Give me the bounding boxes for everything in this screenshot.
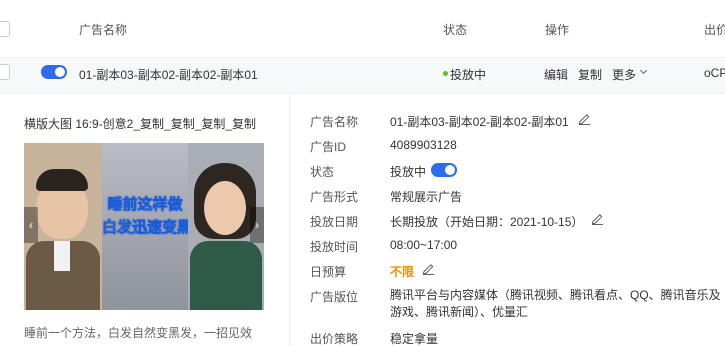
column-header-operations: 操作 <box>545 23 570 37</box>
ad-on-off-toggle[interactable] <box>41 65 67 79</box>
label-placement: 广告版位 <box>310 290 359 304</box>
edit-link[interactable]: 编辑 <box>544 66 568 83</box>
label-ad-format: 广告形式 <box>310 190 359 204</box>
value-bid-strategy: 稳定拿量 <box>390 332 439 346</box>
value-delivery-time: 08:00~17:00 <box>390 238 458 252</box>
edit-date-pencil-icon[interactable] <box>591 212 604 225</box>
value-ad-format: 常规展示广告 <box>390 190 463 204</box>
label-daily-budget: 日预算 <box>310 265 347 279</box>
label-delivery-date: 投放日期 <box>310 215 359 229</box>
value-status: 投放中 <box>390 165 427 179</box>
image-headline-line2: 白发迅速变黑 <box>102 219 193 237</box>
value-ad-name: 01-副本03-副本02-副本02-副本01 <box>390 115 569 129</box>
creative-preview-panel: 横版大图 16:9-创意2_复制_复制_复制_复制 睡前这样做 白发迅速变黑 ‹… <box>0 95 290 346</box>
bid-type: oCPM <box>704 66 725 80</box>
chevron-down-icon[interactable] <box>639 66 648 75</box>
next-image-arrow-icon[interactable]: › <box>250 207 264 243</box>
table-row: 01-副本03-副本02-副本02-副本01 投放中 编辑 复制 更多 oCPM <box>0 59 725 94</box>
status-text: 投放中 <box>450 68 487 82</box>
row-checkbox[interactable] <box>0 64 10 80</box>
edit-budget-pencil-icon[interactable] <box>422 262 435 275</box>
ad-detail-panel: 广告名称 01-副本03-副本02-副本02-副本01 广告ID 4089903… <box>291 95 725 346</box>
ad-name-link[interactable]: 01-副本03-副本02-副本02-副本01 <box>79 66 258 83</box>
table-header: 广告名称 状态 操作 出价 <box>0 0 725 58</box>
creative-title: 横版大图 16:9-创意2_复制_复制_复制_复制 <box>24 117 257 131</box>
column-header-status[interactable]: 状态 <box>443 21 467 38</box>
creative-description: 睡前一个方法，白发自然变黑发，一招见效 <box>24 326 253 340</box>
label-bid-strategy: 出价策略 <box>310 332 359 346</box>
image-headline-line1: 睡前这样做 <box>107 196 183 214</box>
edit-name-pencil-icon[interactable] <box>578 112 591 125</box>
headline-panel: 睡前这样做 白发迅速变黑 <box>102 143 193 310</box>
value-placement: 腾讯平台与内容媒体（腾讯视频、腾讯看点、QQ、腾讯音乐及游戏、腾讯新闻）、优量汇 <box>390 288 721 319</box>
column-header-ad-name[interactable]: 广告名称 <box>79 21 127 38</box>
value-delivery-date: 长期投放（开始日期：2021-10-15） <box>390 215 584 229</box>
value-ad-id: 4089903128 <box>390 138 457 152</box>
value-daily-budget: 不限 <box>390 265 415 279</box>
label-ad-id: 广告ID <box>310 140 347 154</box>
more-dropdown[interactable]: 更多 <box>612 66 636 83</box>
prev-image-arrow-icon[interactable]: ‹ <box>24 207 38 243</box>
label-ad-name: 广告名称 <box>310 115 359 129</box>
status-dot-icon <box>443 71 448 76</box>
label-status: 状态 <box>310 165 335 179</box>
select-all-checkbox[interactable] <box>0 21 10 37</box>
label-delivery-time: 投放时间 <box>310 240 359 254</box>
creative-image[interactable]: 睡前这样做 白发迅速变黑 ‹ › <box>24 143 264 310</box>
copy-link[interactable]: 复制 <box>578 66 602 83</box>
status-toggle[interactable] <box>431 163 457 177</box>
column-header-bid[interactable]: 出价 <box>704 21 725 38</box>
